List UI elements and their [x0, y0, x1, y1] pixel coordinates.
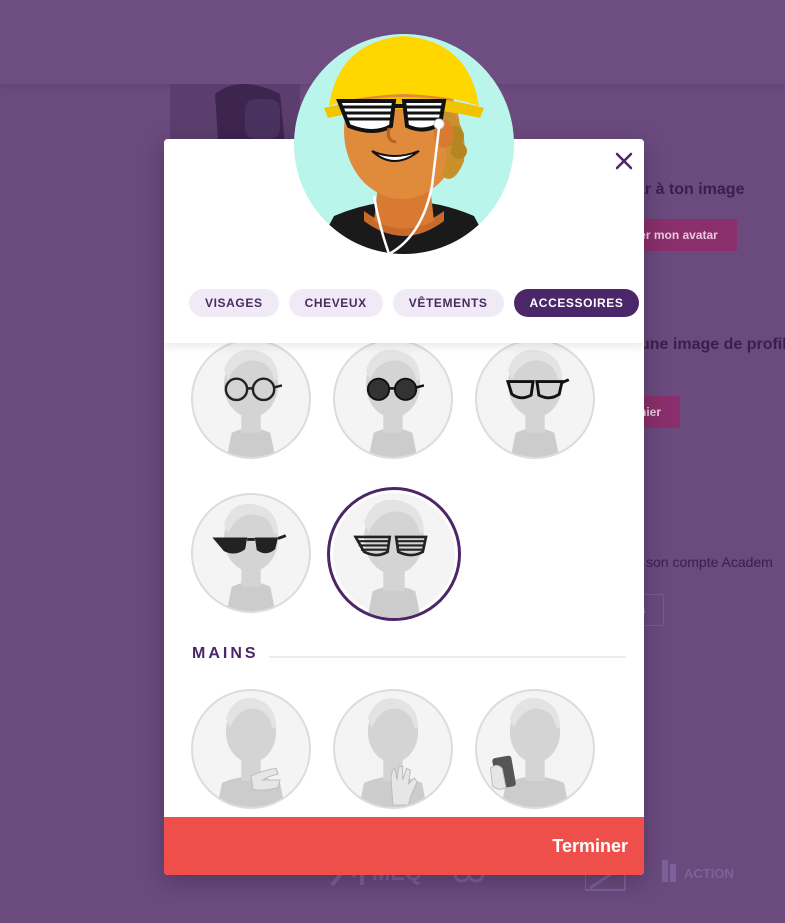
- black-frame-glasses-icon: [505, 349, 570, 457]
- tab-visages[interactable]: VISAGES: [189, 289, 279, 317]
- glasses-option-sunglasses[interactable]: [191, 493, 311, 613]
- round-glasses-icon: [223, 349, 283, 457]
- finish-button[interactable]: Terminer: [164, 817, 644, 875]
- glasses-option-dark-round[interactable]: [333, 343, 453, 459]
- options-scroll-area[interactable]: MAINS: [164, 343, 644, 817]
- section-divider: [269, 656, 626, 658]
- glasses-option-round[interactable]: [191, 343, 311, 459]
- dark-round-glasses-icon: [365, 349, 425, 457]
- tab-accessoires[interactable]: ACCESSOIRES: [513, 289, 640, 317]
- sunglasses-icon: [212, 503, 287, 611]
- shutter-shades-icon: [353, 499, 428, 618]
- avatar-preview: [294, 26, 514, 254]
- action-logo-text: ACTION: [684, 866, 734, 881]
- close-icon[interactable]: [612, 149, 636, 173]
- account-text: son compte Academ: [646, 554, 773, 570]
- phone-hand-icon: [490, 698, 569, 807]
- category-tabs: VISAGES CHEVEUX VÊTEMENTS ACCESSOIRES: [189, 289, 640, 317]
- glasses-option-shutter[interactable]: [327, 487, 461, 621]
- tab-cheveux[interactable]: CHEVEUX: [288, 289, 383, 317]
- peace-hand-icon: [217, 698, 285, 807]
- hand-option-wave[interactable]: [333, 689, 453, 809]
- profile-heading: une image de profil: [640, 336, 785, 353]
- avatar-heading: ar à ton image: [636, 181, 745, 198]
- section-title-hands: MAINS: [192, 645, 259, 662]
- tab-vetements[interactable]: VÊTEMENTS: [392, 289, 504, 317]
- action-logo: [660, 858, 684, 889]
- hand-option-phone[interactable]: [475, 689, 595, 809]
- glasses-option-black-frame[interactable]: [475, 343, 595, 459]
- hand-option-peace[interactable]: [191, 689, 311, 809]
- wave-hand-icon: [359, 698, 427, 807]
